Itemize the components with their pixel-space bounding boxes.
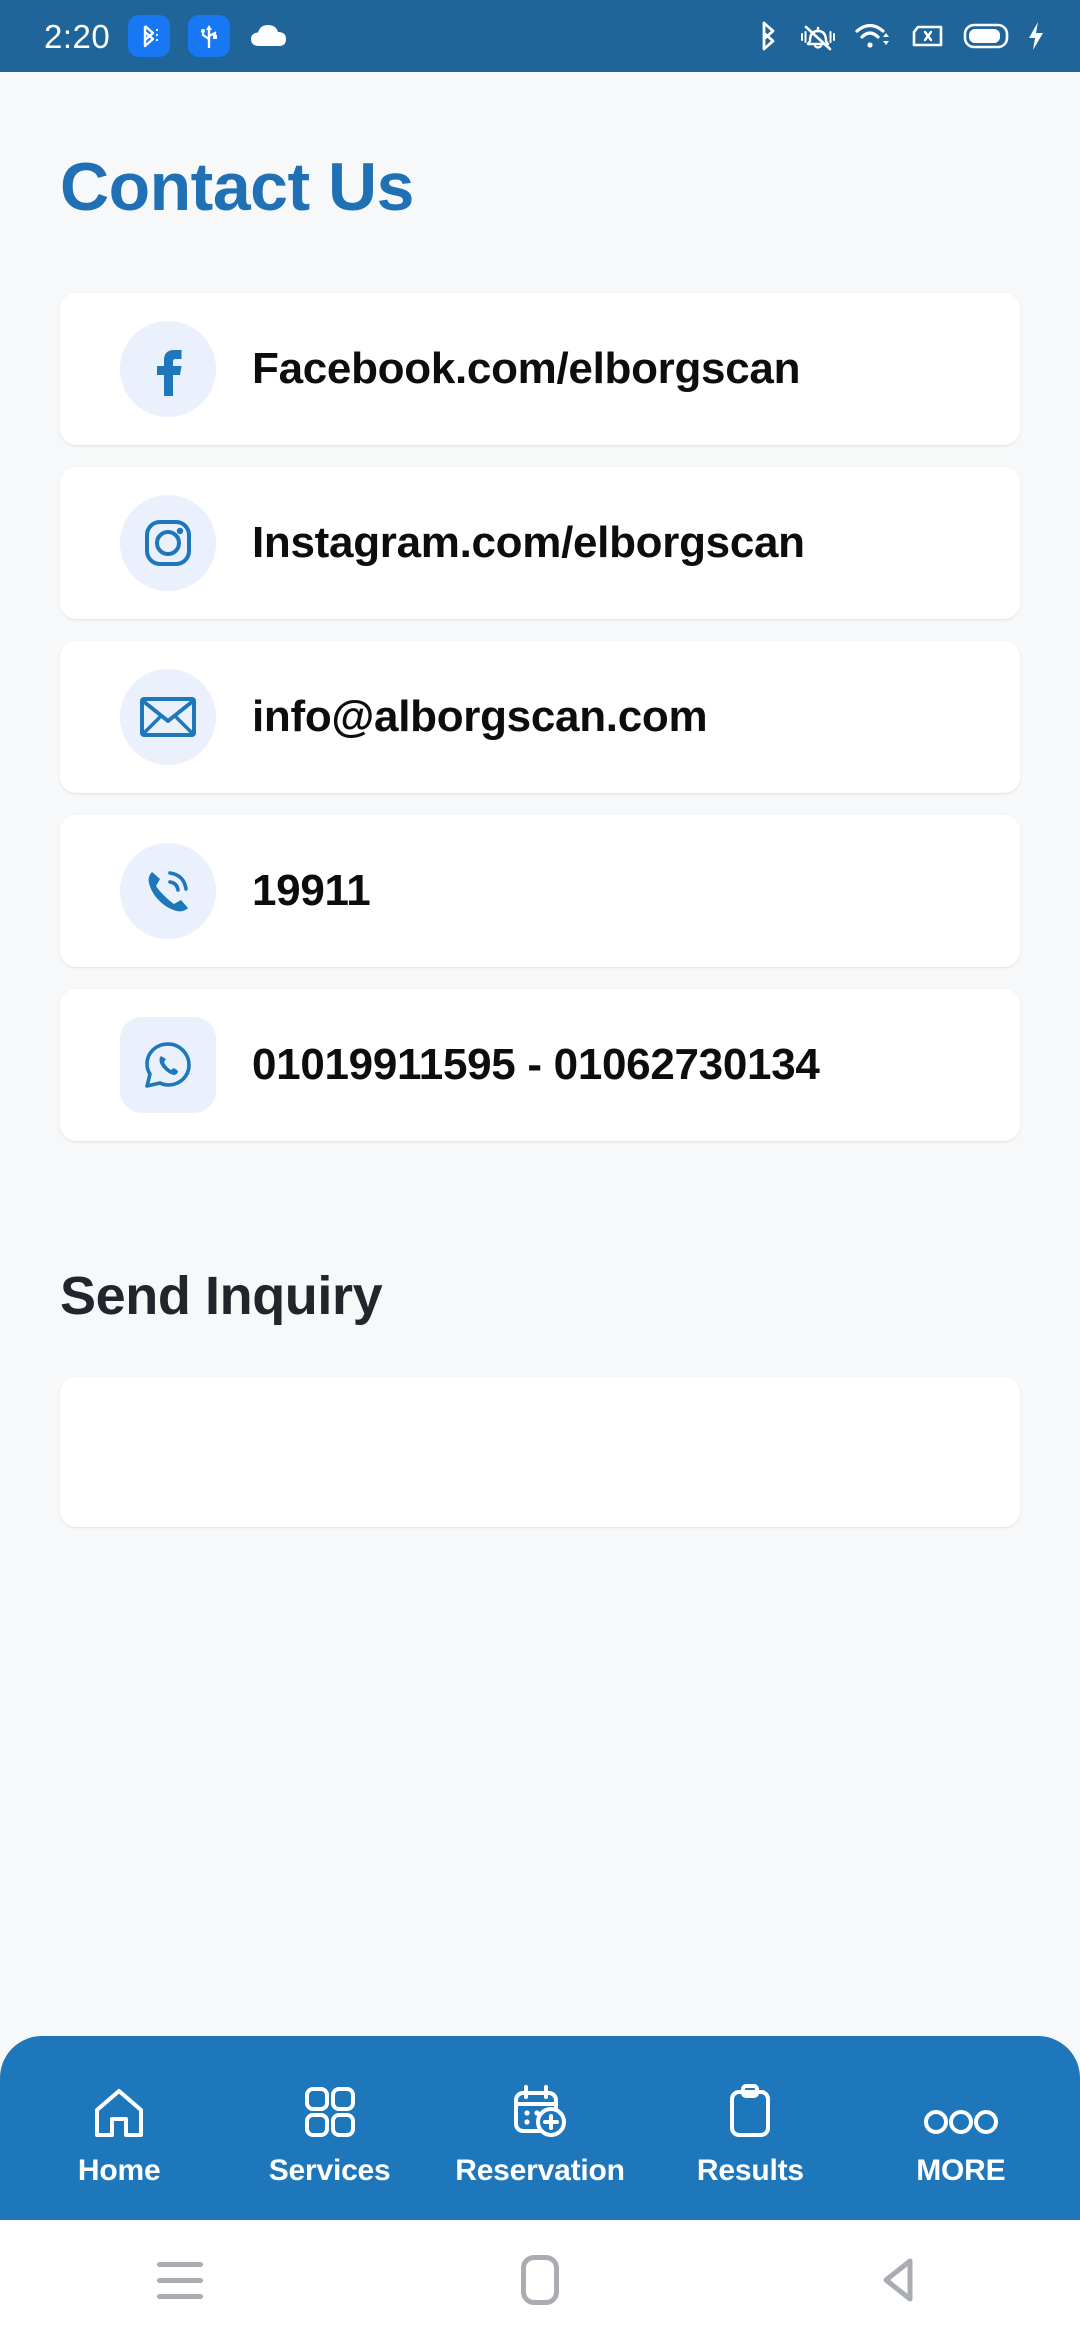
status-bar-right: [755, 18, 1046, 54]
send-inquiry-heading: Send Inquiry: [60, 1265, 383, 1326]
wifi-icon: [855, 20, 893, 52]
page-content: Contact Us Facebook.com/elborgscan Insta…: [0, 72, 1080, 2340]
nav-item-reservation[interactable]: Reservation: [435, 2036, 645, 2220]
usb-chip-icon: [188, 15, 231, 57]
nav-label: Results: [696, 2154, 804, 2187]
status-bar-left: 2:20: [44, 15, 290, 57]
contact-card-facebook[interactable]: Facebook.com/elborgscan: [60, 292, 1020, 445]
status-bar: 2:20: [0, 0, 1080, 72]
page-title: Contact Us: [60, 149, 414, 225]
home-icon: [90, 2082, 148, 2140]
clipboard-results-icon: [726, 2082, 774, 2140]
nav-label: MORE: [916, 2154, 1006, 2187]
contact-label: info@alborgscan.com: [252, 691, 708, 741]
nav-item-home[interactable]: Home: [14, 2036, 224, 2220]
sim-card-off-icon: [910, 21, 946, 51]
nav-item-more[interactable]: MORE: [856, 2036, 1066, 2220]
contact-card-whatsapp[interactable]: 01019911595 - 01062730134: [60, 988, 1020, 1141]
nav-label: Reservation: [455, 2154, 625, 2187]
contact-label: Facebook.com/elborgscan: [252, 343, 801, 393]
calendar-plus-icon: [511, 2082, 569, 2140]
inquiry-input[interactable]: [60, 1376, 1020, 1527]
contact-label: 01019911595 - 01062730134: [252, 1039, 820, 1089]
vibrate-bell-off-icon: [798, 19, 838, 53]
instagram-icon: [120, 494, 216, 591]
recents-icon[interactable]: [0, 2261, 360, 2299]
nav-item-results[interactable]: Results: [645, 2036, 855, 2220]
email-envelope-icon: [120, 668, 216, 765]
back-triangle-icon[interactable]: [720, 2255, 1080, 2305]
battery-icon: [963, 22, 1009, 50]
contact-card-instagram[interactable]: Instagram.com/elborgscan: [60, 466, 1020, 619]
contact-label: Instagram.com/elborgscan: [252, 517, 805, 567]
charging-bolt-icon: [1026, 20, 1046, 52]
status-clock: 2:20: [44, 17, 111, 55]
contact-card-email[interactable]: info@alborgscan.com: [60, 640, 1020, 793]
more-dots-icon: [923, 2082, 999, 2140]
bluetooth-chip-icon: [128, 15, 171, 57]
system-navigation-bar: [0, 2220, 1080, 2340]
whatsapp-icon: [120, 1016, 216, 1113]
nav-label: Home: [77, 2154, 161, 2187]
contact-card-phone[interactable]: 19911: [60, 814, 1020, 967]
app-screen: 2:20 Contact Us Facebook.com/elborgscan …: [0, 0, 1080, 2340]
nav-label: Services: [268, 2154, 391, 2187]
nav-item-services[interactable]: Services: [224, 2036, 434, 2220]
contact-card-list: Facebook.com/elborgscan Instagram.com/el…: [60, 292, 1020, 1141]
home-square-icon[interactable]: [360, 2255, 720, 2305]
grid-services-icon: [302, 2082, 358, 2140]
facebook-icon: [120, 320, 216, 417]
phone-call-icon: [120, 842, 216, 939]
contact-label: 19911: [252, 865, 371, 915]
bluetooth-icon: [755, 18, 781, 54]
cloud-icon: [248, 21, 290, 51]
bottom-navigation: Home Services Reservation Results MORE: [0, 2036, 1080, 2220]
